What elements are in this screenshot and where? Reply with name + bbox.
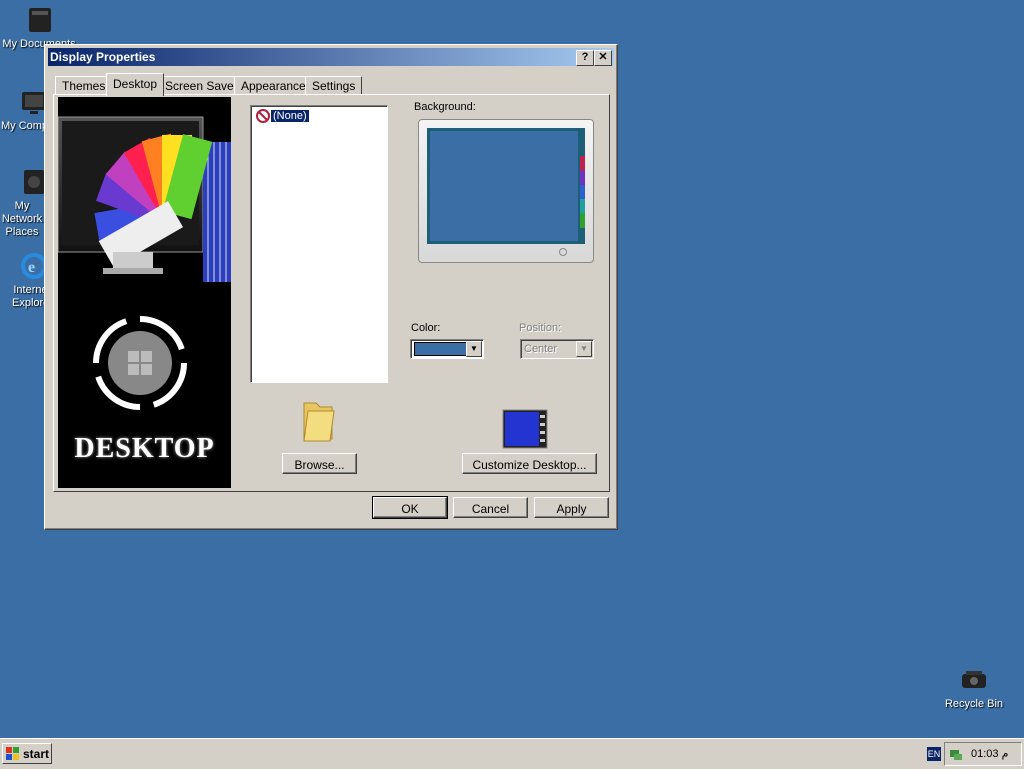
desktop-icon-label: Recycle Bin bbox=[944, 698, 1004, 710]
ok-button[interactable]: OK bbox=[372, 496, 448, 519]
start-label: start bbox=[23, 746, 50, 761]
position-select[interactable]: Center ▼ bbox=[520, 339, 594, 359]
color-label: Color: bbox=[411, 322, 441, 334]
color-swatch bbox=[414, 342, 470, 356]
chevron-down-icon[interactable]: ▼ bbox=[466, 341, 482, 357]
desktop-preview-art: DESKTOP bbox=[58, 97, 231, 488]
tab-appearance[interactable]: Appearance bbox=[234, 76, 313, 95]
monitor-screen bbox=[427, 128, 585, 244]
clock[interactable]: 01:03 م bbox=[971, 747, 1008, 760]
monitor-screen-background bbox=[430, 131, 578, 241]
monitor-preview bbox=[418, 119, 594, 263]
none-icon bbox=[256, 109, 270, 123]
position-value: Center bbox=[524, 343, 558, 355]
display-properties-window: Display Properties ? ✕ Themes Desktop Sc… bbox=[44, 44, 618, 530]
my-documents-icon bbox=[23, 4, 55, 36]
chevron-down-icon[interactable]: ▼ bbox=[576, 341, 592, 357]
cancel-button[interactable]: Cancel bbox=[453, 497, 528, 518]
desktop-art-text: DESKTOP bbox=[74, 433, 215, 464]
desktop-icon-label: My Network Places bbox=[1, 200, 43, 238]
customize-desktop-icon bbox=[502, 409, 548, 452]
network-tray-icon[interactable] bbox=[948, 746, 964, 762]
window-title: Display Properties bbox=[50, 50, 156, 64]
color-picker[interactable]: ▼ bbox=[410, 339, 484, 359]
color-fan-monitor-image bbox=[58, 116, 231, 410]
close-button[interactable]: ✕ bbox=[594, 50, 612, 66]
tab-themes[interactable]: Themes bbox=[55, 76, 113, 95]
monitor-color-strip bbox=[580, 156, 585, 228]
list-item-label: (None) bbox=[270, 109, 310, 123]
list-item[interactable]: (None) bbox=[255, 108, 310, 124]
taskbar: start EN 01:03 م bbox=[0, 738, 1024, 769]
system-tray: 01:03 م bbox=[944, 742, 1022, 766]
tab-desktop[interactable]: Desktop bbox=[106, 73, 165, 96]
position-label: Position: bbox=[519, 322, 562, 334]
recycle-bin-icon bbox=[958, 664, 990, 696]
language-indicator[interactable]: EN bbox=[927, 747, 941, 761]
help-button[interactable]: ? bbox=[576, 50, 594, 66]
title-bar[interactable]: Display Properties ? ✕ bbox=[48, 48, 614, 66]
svg-text:e: e bbox=[28, 259, 35, 276]
tab-settings[interactable]: Settings bbox=[305, 76, 363, 95]
windows-logo-icon bbox=[6, 746, 19, 760]
background-label: Background: bbox=[414, 101, 476, 113]
tab-screen-saver[interactable]: Screen Saver bbox=[158, 76, 245, 95]
start-button[interactable]: start bbox=[2, 743, 52, 764]
desktop-icon-recycle-bin[interactable]: Recycle Bin bbox=[936, 664, 1012, 711]
apply-button[interactable]: Apply bbox=[534, 497, 609, 518]
close-icon: ✕ bbox=[598, 51, 608, 63]
background-list[interactable]: (None) bbox=[250, 105, 388, 383]
browse-button[interactable]: Browse... bbox=[282, 453, 357, 474]
power-led-icon bbox=[559, 248, 567, 256]
desktop-tab-panel: DESKTOP (None) Background: Color: ▼ Posi… bbox=[53, 94, 610, 492]
folder-icon bbox=[300, 397, 336, 446]
customize-desktop-button[interactable]: Customize Desktop... bbox=[462, 453, 597, 474]
